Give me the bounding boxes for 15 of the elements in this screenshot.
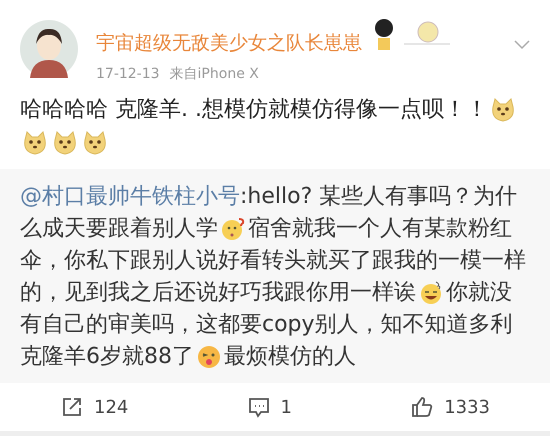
share-button[interactable]: 124 — [60, 394, 128, 420]
post-text: 哈哈哈哈 克隆羊. .想模仿就模仿得像一点呗！！ — [20, 93, 530, 159]
avatar[interactable] — [20, 20, 78, 78]
thumbs-up-icon — [410, 395, 434, 419]
comment-button[interactable]: 1 — [246, 394, 292, 420]
post-source: 来自iPhone X — [170, 65, 259, 84]
thinking-emoji-icon — [220, 216, 246, 242]
repost-text: @村口最帅牛铁柱小号:hello? 某些人有事吗？为什么成天要跟着别人学 宿舍就我一个人有某款粉红伞，你私下跟别人说好看转头就买了跟我的一模一样的，见到我之后还说好巧我跟你用一样诶 你就没有自己的审美吗，这都要copy别人，知不知道多利克隆羊6岁就88了 最烦模仿的人 — [20, 183, 527, 372]
grinning-emoji-icon — [418, 280, 444, 306]
mention-link[interactable]: @村口最帅牛铁柱小号 — [20, 184, 240, 209]
post-time: 17-12-13 — [96, 65, 160, 84]
share-icon — [60, 395, 84, 419]
like-button[interactable]: 1333 — [410, 394, 490, 420]
winking-emoji-icon — [196, 344, 222, 370]
comment-icon — [246, 395, 271, 419]
